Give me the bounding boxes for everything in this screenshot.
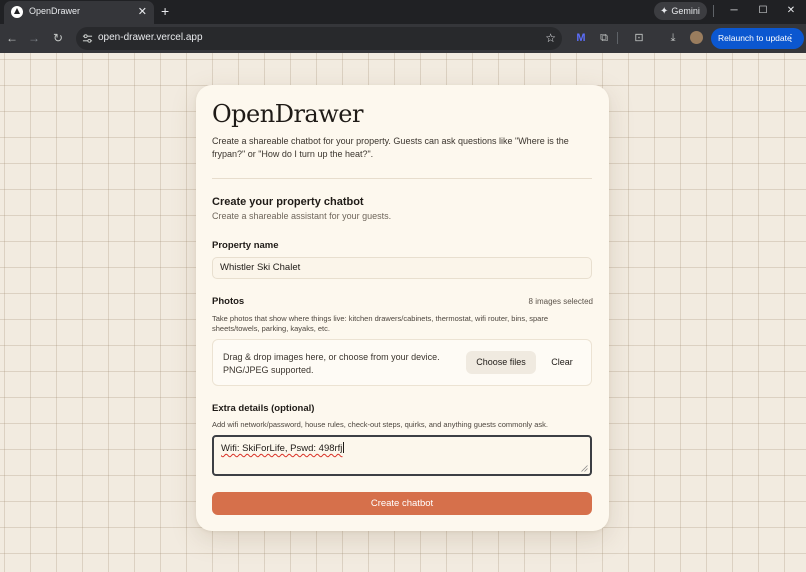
extra-details-textarea[interactable]: Wifi: SkiForLife, Pswd: 498rfj [212, 435, 592, 476]
app-intro: Create a shareable chatbot for your prop… [212, 136, 569, 159]
extra-details-help: Add wifi network/password, house rules, … [212, 420, 548, 429]
toolbar-divider [617, 32, 618, 44]
extra-details-label: Extra details (optional) [212, 403, 315, 414]
images-selected-count: 8 images selected [528, 297, 593, 306]
downloads-icon[interactable]: ⤓ [666, 31, 680, 45]
page-background: OpenDrawer Create a shareable chatbot fo… [0, 53, 806, 572]
tab-opendrawer[interactable]: OpenDrawer ✕ [4, 1, 154, 24]
text-caret [343, 442, 345, 453]
browser-toolbar: ← → ↻ open-drawer.vercel.app ☆ M ⧉ ⊡ ⤓ R… [0, 24, 806, 53]
photos-label: Photos [212, 296, 245, 307]
profile-avatar[interactable] [690, 31, 703, 44]
create-chatbot-button[interactable]: Create chatbot [212, 492, 592, 515]
tab-search-icon[interactable]: ⊡ [632, 31, 646, 45]
site-info-icon[interactable] [82, 33, 93, 44]
relaunch-button[interactable]: Relaunch to update ⋮ [711, 28, 804, 49]
form-title: Create your property chatbot [212, 196, 364, 208]
property-name-label: Property name [212, 240, 279, 251]
property-name-input[interactable]: Whistler Ski Chalet [212, 257, 592, 279]
form-subtitle: Create a shareable assistant for your gu… [212, 211, 392, 221]
forward-icon[interactable]: → [26, 30, 42, 46]
extension-m-icon[interactable]: M [574, 31, 588, 45]
more-menu-icon[interactable]: ⋮ [786, 28, 796, 49]
bookmark-star-icon[interactable]: ☆ [545, 30, 556, 46]
photo-dropzone[interactable]: Drag & drop images here, or choose from … [212, 339, 592, 386]
dropzone-instruction: Drag & drop images here, or choose from … [223, 352, 440, 362]
tab-bar-divider [713, 5, 714, 17]
maximize-icon[interactable]: ☐ [755, 3, 771, 19]
window-close-icon[interactable]: ✕ [783, 3, 799, 19]
reload-icon[interactable]: ↻ [50, 30, 66, 46]
extensions-puzzle-icon[interactable]: ⧉ [597, 31, 611, 45]
choose-files-button[interactable]: Choose files [466, 351, 536, 374]
gemini-button[interactable]: ✦ Gemini [654, 2, 707, 20]
address-bar[interactable]: open-drawer.vercel.app ☆ [76, 27, 562, 50]
minimize-icon[interactable]: ─ [726, 3, 742, 19]
gemini-label: Gemini [671, 6, 700, 16]
new-tab-button[interactable]: + [161, 2, 169, 20]
tab-close-icon[interactable]: ✕ [138, 4, 147, 20]
dropzone-formats: PNG/JPEG supported. [223, 365, 314, 375]
dropzone-text: Drag & drop images here, or choose from … [223, 351, 463, 377]
back-icon[interactable]: ← [4, 30, 20, 46]
gemini-spark-icon: ✦ [660, 6, 669, 17]
tab-title: OpenDrawer [29, 6, 81, 16]
resize-grip-icon[interactable] [581, 465, 588, 472]
main-card: OpenDrawer Create a shareable chatbot fo… [196, 85, 609, 531]
clear-button[interactable]: Clear [543, 351, 581, 374]
url-text[interactable]: open-drawer.vercel.app [98, 32, 203, 43]
app-title: OpenDrawer [212, 100, 363, 128]
header-divider [212, 178, 592, 179]
relaunch-label: Relaunch to update [718, 33, 792, 43]
tab-bar: OpenDrawer ✕ + ✦ Gemini ─ ☐ ✕ [0, 0, 806, 24]
vercel-favicon-icon [11, 6, 23, 18]
extra-details-value: Wifi: SkiForLife, Pswd: 498rfj [221, 443, 343, 454]
photos-help: Take photos that show where things live:… [212, 314, 548, 333]
